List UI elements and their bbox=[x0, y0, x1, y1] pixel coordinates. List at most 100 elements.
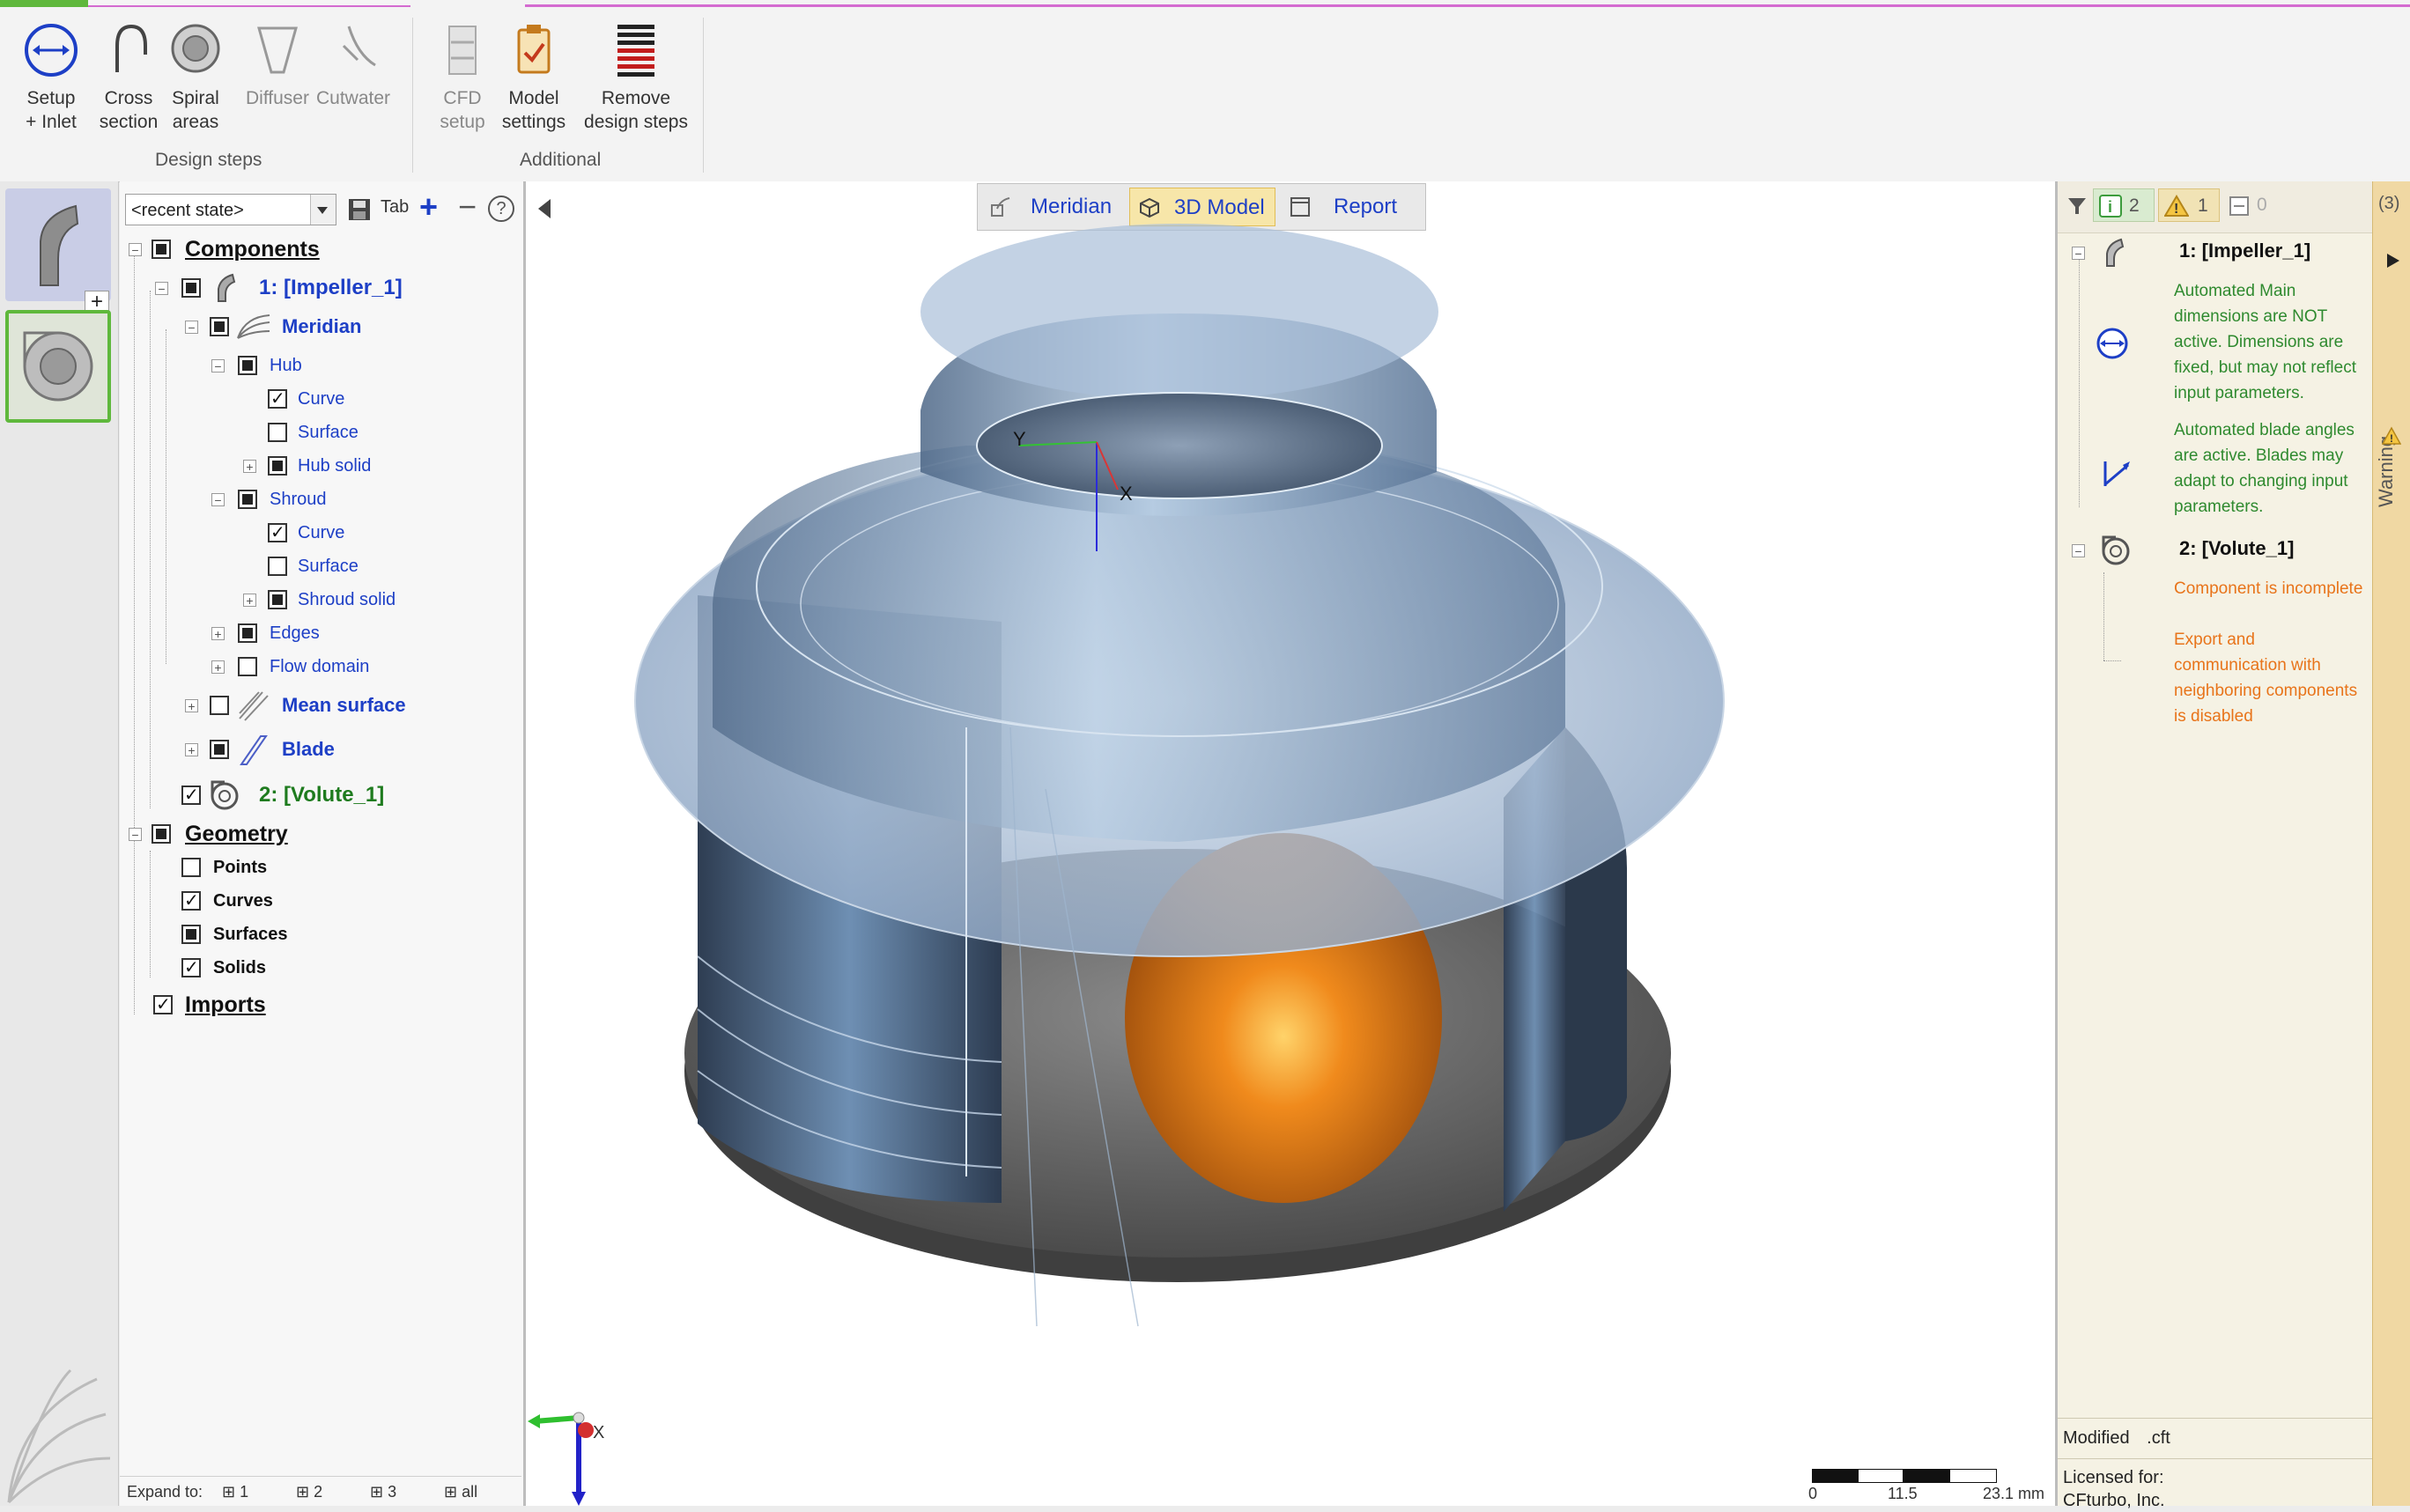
collapse-toggle[interactable]: − bbox=[129, 243, 142, 256]
blade-checkbox[interactable] bbox=[210, 740, 229, 759]
hub-curve-label: Curve bbox=[298, 389, 345, 409]
collapse-all-button[interactable]: − bbox=[458, 188, 477, 225]
hub-solid-checkbox[interactable] bbox=[268, 456, 287, 476]
tree-node-blade[interactable]: + Blade bbox=[120, 735, 521, 765]
tree-node-hub-solid[interactable]: + Hub solid bbox=[120, 453, 521, 479]
spiral-areas-label-2: areas bbox=[172, 112, 219, 132]
tab-order-button[interactable]: Tab bbox=[381, 197, 409, 218]
tree-node-hub[interactable]: − Hub bbox=[120, 352, 521, 379]
collapse-toggle[interactable]: − bbox=[129, 828, 142, 841]
expand-level-all[interactable]: ⊞ all bbox=[444, 1477, 477, 1507]
tree-node-shroud-surface[interactable]: Surface bbox=[120, 553, 521, 579]
tree-node-points[interactable]: Points bbox=[120, 854, 521, 881]
tree-node-meridian[interactable]: − Meridian bbox=[120, 313, 521, 340]
collapse-toggle[interactable]: − bbox=[185, 321, 198, 334]
curves-checkbox[interactable] bbox=[181, 888, 201, 914]
expand-level-2[interactable]: ⊞ 2 bbox=[296, 1477, 322, 1507]
expand-toggle[interactable]: + bbox=[243, 460, 256, 473]
points-checkbox[interactable] bbox=[181, 858, 201, 877]
cfd-setup-button[interactable]: CFD setup bbox=[428, 19, 497, 134]
filter-icon[interactable] bbox=[2066, 195, 2088, 217]
3d-viewport[interactable]: Meridian 3D Model Report Y X X 0 11.5 23… bbox=[526, 181, 2055, 1506]
shroud-curve-checkbox[interactable] bbox=[268, 520, 287, 546]
collapse-toggle[interactable]: − bbox=[2072, 247, 2085, 260]
expand-all-button[interactable]: + bbox=[419, 188, 438, 225]
expand-to-bar: Expand to: ⊞ 1 ⊞ 2 ⊞ 3 ⊞ all bbox=[120, 1476, 521, 1507]
tree-node-mean-surface[interactable]: + Mean surface bbox=[120, 691, 521, 721]
volute-checkbox[interactable] bbox=[181, 782, 201, 808]
shroud-checkbox[interactable] bbox=[238, 490, 257, 509]
shroud-curve-label: Curve bbox=[298, 523, 345, 542]
volute-tile[interactable] bbox=[5, 310, 111, 423]
chevron-down-icon[interactable] bbox=[310, 195, 336, 225]
hub-curve-checkbox[interactable] bbox=[268, 386, 287, 412]
axis-x-label: X bbox=[593, 1423, 605, 1442]
play-right-icon[interactable] bbox=[2384, 252, 2401, 269]
hub-checkbox[interactable] bbox=[238, 356, 257, 375]
cross-section-icon bbox=[115, 24, 147, 72]
expand-level-3[interactable]: ⊞ 3 bbox=[370, 1477, 396, 1507]
expand-toggle[interactable]: + bbox=[185, 743, 198, 756]
model-settings-button[interactable]: Model settings bbox=[495, 19, 573, 134]
tree-node-impeller[interactable]: − 1: [Impeller_1] bbox=[120, 273, 521, 302]
warning-side-tab[interactable]: (3) Warning ! bbox=[2372, 181, 2410, 1506]
tree-node-imports[interactable]: Imports bbox=[120, 992, 521, 1018]
collapse-toggle[interactable]: − bbox=[2072, 544, 2085, 557]
impeller-tile[interactable] bbox=[5, 188, 111, 301]
expand-toggle[interactable]: + bbox=[211, 627, 225, 640]
help-button[interactable]: ? bbox=[488, 195, 514, 222]
tree-node-shroud-solid[interactable]: + Shroud solid bbox=[120, 586, 521, 613]
setup-inlet-button[interactable]: Setup + Inlet bbox=[12, 19, 90, 134]
surfaces-checkbox[interactable] bbox=[181, 925, 201, 944]
cutwater-button[interactable]: Cutwater bbox=[314, 19, 393, 110]
expand-toggle[interactable]: + bbox=[243, 594, 256, 607]
solids-checkbox[interactable] bbox=[181, 955, 201, 981]
collapse-toggle[interactable]: − bbox=[211, 493, 225, 506]
recent-state-select[interactable]: <recent state> bbox=[125, 194, 336, 225]
geometry-checkbox[interactable] bbox=[152, 824, 171, 844]
tree-node-geometry[interactable]: − Geometry bbox=[120, 821, 521, 847]
shroud-solid-checkbox[interactable] bbox=[268, 590, 287, 609]
tree-node-shroud[interactable]: − Shroud bbox=[120, 486, 521, 513]
remove-design-steps-button[interactable]: Remove design steps bbox=[576, 19, 696, 134]
info-filter-button[interactable]: i 2 bbox=[2093, 188, 2155, 222]
mean-surface-checkbox[interactable] bbox=[210, 696, 229, 715]
tree-toolbar: <recent state> Tab + − ? bbox=[120, 181, 523, 234]
tree-node-solids[interactable]: Solids bbox=[120, 955, 521, 981]
collapse-toggle[interactable]: − bbox=[211, 359, 225, 372]
edges-checkbox[interactable] bbox=[238, 623, 257, 643]
tree-node-components[interactable]: − Components bbox=[120, 236, 521, 262]
spiral-areas-button[interactable]: Spiral areas bbox=[160, 19, 231, 134]
components-checkbox[interactable] bbox=[152, 240, 171, 259]
tree-node-volute[interactable]: 2: [Volute_1] bbox=[120, 780, 521, 810]
svg-text:Y: Y bbox=[1013, 428, 1026, 450]
flow-domain-checkbox[interactable] bbox=[238, 657, 257, 676]
volute-msg1-line: Component is incomplete bbox=[2174, 579, 2363, 598]
tree-node-hub-surface[interactable]: Surface bbox=[120, 419, 521, 446]
tree-node-edges[interactable]: + Edges bbox=[120, 620, 521, 646]
hub-surface-checkbox[interactable] bbox=[268, 423, 287, 442]
save-icon[interactable] bbox=[345, 195, 373, 224]
expand-toggle[interactable]: + bbox=[185, 699, 198, 712]
impeller-checkbox[interactable] bbox=[181, 278, 201, 298]
tree-node-shroud-curve[interactable]: Curve bbox=[120, 520, 521, 546]
tree-node-curves[interactable]: Curves bbox=[120, 888, 521, 914]
warning-filter-button[interactable]: ! 1 bbox=[2158, 188, 2220, 222]
tree-node-hub-curve[interactable]: Curve bbox=[120, 386, 521, 412]
tree-node-surfaces[interactable]: Surfaces bbox=[120, 921, 521, 948]
meridian-checkbox[interactable] bbox=[210, 317, 229, 336]
other-filter-button[interactable]: 0 bbox=[2223, 188, 2276, 222]
imports-checkbox[interactable] bbox=[153, 992, 173, 1018]
diffuser-label: Diffuser bbox=[246, 88, 309, 108]
warning-small-icon: ! bbox=[2382, 426, 2401, 445]
shroud-surface-checkbox[interactable] bbox=[268, 557, 287, 576]
collapse-toggle[interactable]: − bbox=[155, 282, 168, 295]
expand-level-1[interactable]: ⊞ 1 bbox=[222, 1477, 248, 1507]
expand-toggle[interactable]: + bbox=[211, 660, 225, 674]
flow-domain-label: Flow domain bbox=[270, 657, 370, 676]
tree-node-flow-domain[interactable]: + Flow domain bbox=[120, 653, 521, 680]
diffuser-button[interactable]: Diffuser bbox=[240, 19, 315, 110]
volute-msg2-line: communication with bbox=[2174, 656, 2321, 675]
cross-section-button[interactable]: Cross section bbox=[93, 19, 164, 134]
expand-level-3-label: 3 bbox=[388, 1483, 397, 1501]
